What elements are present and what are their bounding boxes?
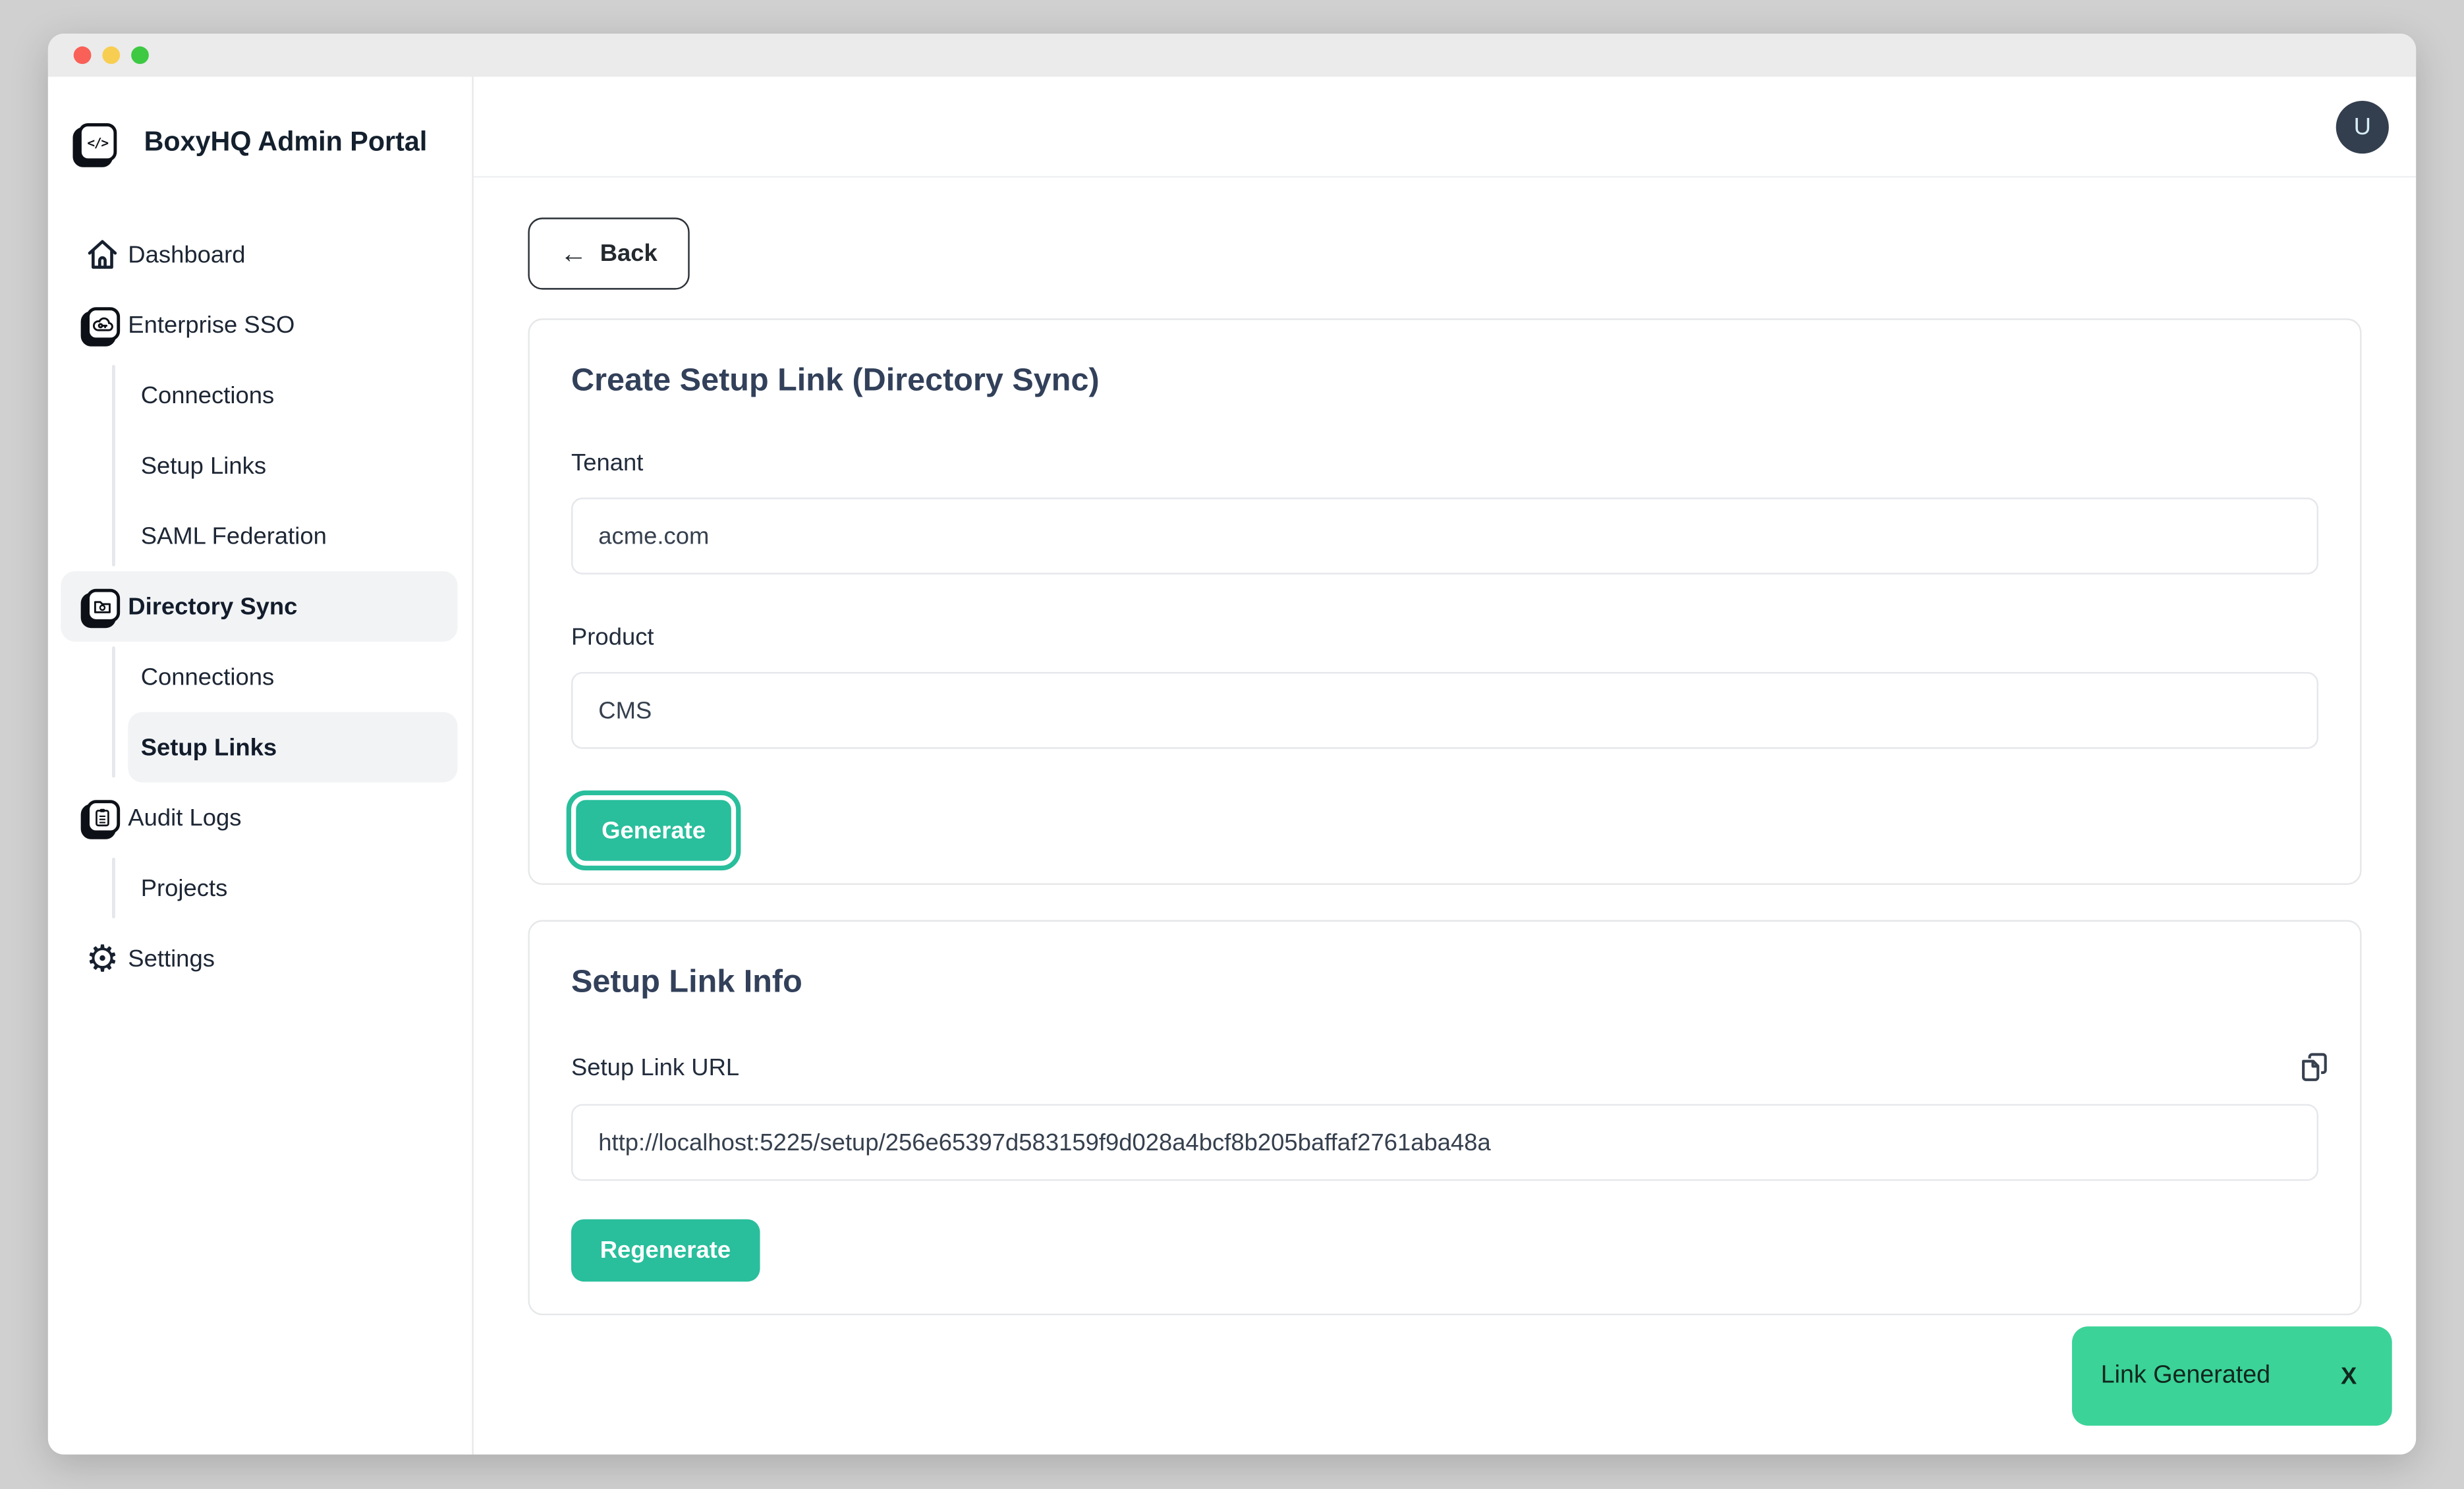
directory-sync-subnav: Connections Setup Links	[48, 642, 472, 783]
brand-title: BoxyHQ Admin Portal	[144, 119, 428, 165]
sidebar-item-dashboard[interactable]: Dashboard	[48, 219, 472, 290]
create-card-title: Create Setup Link (Directory Sync)	[571, 363, 2318, 400]
brand[interactable]: </> BoxyHQ Admin Portal	[48, 77, 472, 167]
sidebar-item-dsync-setup-links[interactable]: Setup Links	[128, 712, 457, 783]
home-icon	[78, 237, 126, 271]
maximize-window-button[interactable]	[131, 46, 149, 64]
tenant-input[interactable]	[571, 497, 2318, 575]
user-avatar[interactable]: U	[2336, 100, 2389, 153]
app-root: </> BoxyHQ Admin Portal Dashb	[48, 77, 2416, 1455]
sidebar-item-enterprise-sso[interactable]: Enterprise SSO	[48, 290, 472, 360]
top-header: U	[474, 77, 2416, 178]
setup-link-info-card: Setup Link Info Setup Link URL	[528, 920, 2361, 1315]
sidebar-item-saml-federation[interactable]: SAML Federation	[48, 501, 472, 571]
screen: </> BoxyHQ Admin Portal Dashb	[0, 0, 2464, 1489]
sidebar: </> BoxyHQ Admin Portal Dashb	[48, 77, 474, 1455]
page-content: ← Back Create Setup Link (Directory Sync…	[474, 178, 2416, 1316]
regenerate-button[interactable]: Regenerate	[571, 1220, 760, 1282]
main-area: U ← Back Create Setup Link (Directory Sy…	[474, 77, 2416, 1455]
audit-logs-subnav: Projects	[48, 853, 472, 923]
sidebar-item-projects[interactable]: Projects	[48, 853, 472, 923]
close-window-button[interactable]	[74, 46, 92, 64]
sidebar-item-settings[interactable]: ⚙ Settings	[48, 923, 472, 994]
sidebar-item-dsync-connections[interactable]: Connections	[48, 642, 472, 712]
tenant-label: Tenant	[571, 449, 2318, 476]
back-arrow-icon: ←	[560, 240, 587, 267]
gear-icon: ⚙	[78, 941, 126, 976]
enterprise-sso-icon	[78, 304, 126, 345]
info-card-title: Setup Link Info	[571, 965, 2318, 1001]
boxyhq-logo-icon: </>	[78, 123, 117, 161]
sidebar-nav: Dashboard Enterpri	[48, 219, 472, 994]
back-button[interactable]: ← Back	[528, 217, 689, 289]
toast-notification: Link Generated X	[2072, 1326, 2392, 1426]
create-setup-link-card: Create Setup Link (Directory Sync) Tenan…	[528, 318, 2361, 885]
sidebar-item-directory-sync[interactable]: Directory Sync	[61, 571, 457, 642]
generate-button[interactable]: Generate	[571, 795, 736, 866]
toast-message: Link Generated	[2101, 1362, 2270, 1391]
sidebar-item-sso-connections[interactable]: Connections	[48, 360, 472, 430]
sidebar-item-audit-logs[interactable]: Audit Logs	[48, 783, 472, 853]
sidebar-item-sso-setup-links[interactable]: Setup Links	[48, 430, 472, 501]
product-label: Product	[571, 624, 2318, 651]
setup-link-url-label: Setup Link URL	[571, 1054, 739, 1081]
browser-window: </> BoxyHQ Admin Portal Dashb	[48, 34, 2416, 1455]
minimize-window-button[interactable]	[102, 46, 120, 64]
copy-icon	[2299, 1052, 2330, 1084]
enterprise-sso-subnav: Connections Setup Links SAML Federation	[48, 360, 472, 571]
setup-link-url-input[interactable]	[571, 1104, 2318, 1181]
window-titlebar	[48, 34, 2416, 77]
toast-close-button[interactable]: X	[2341, 1363, 2357, 1390]
audit-logs-icon	[78, 797, 126, 838]
copy-to-clipboard-button[interactable]	[2299, 1052, 2330, 1084]
directory-sync-icon	[78, 586, 126, 627]
product-input[interactable]	[571, 672, 2318, 749]
